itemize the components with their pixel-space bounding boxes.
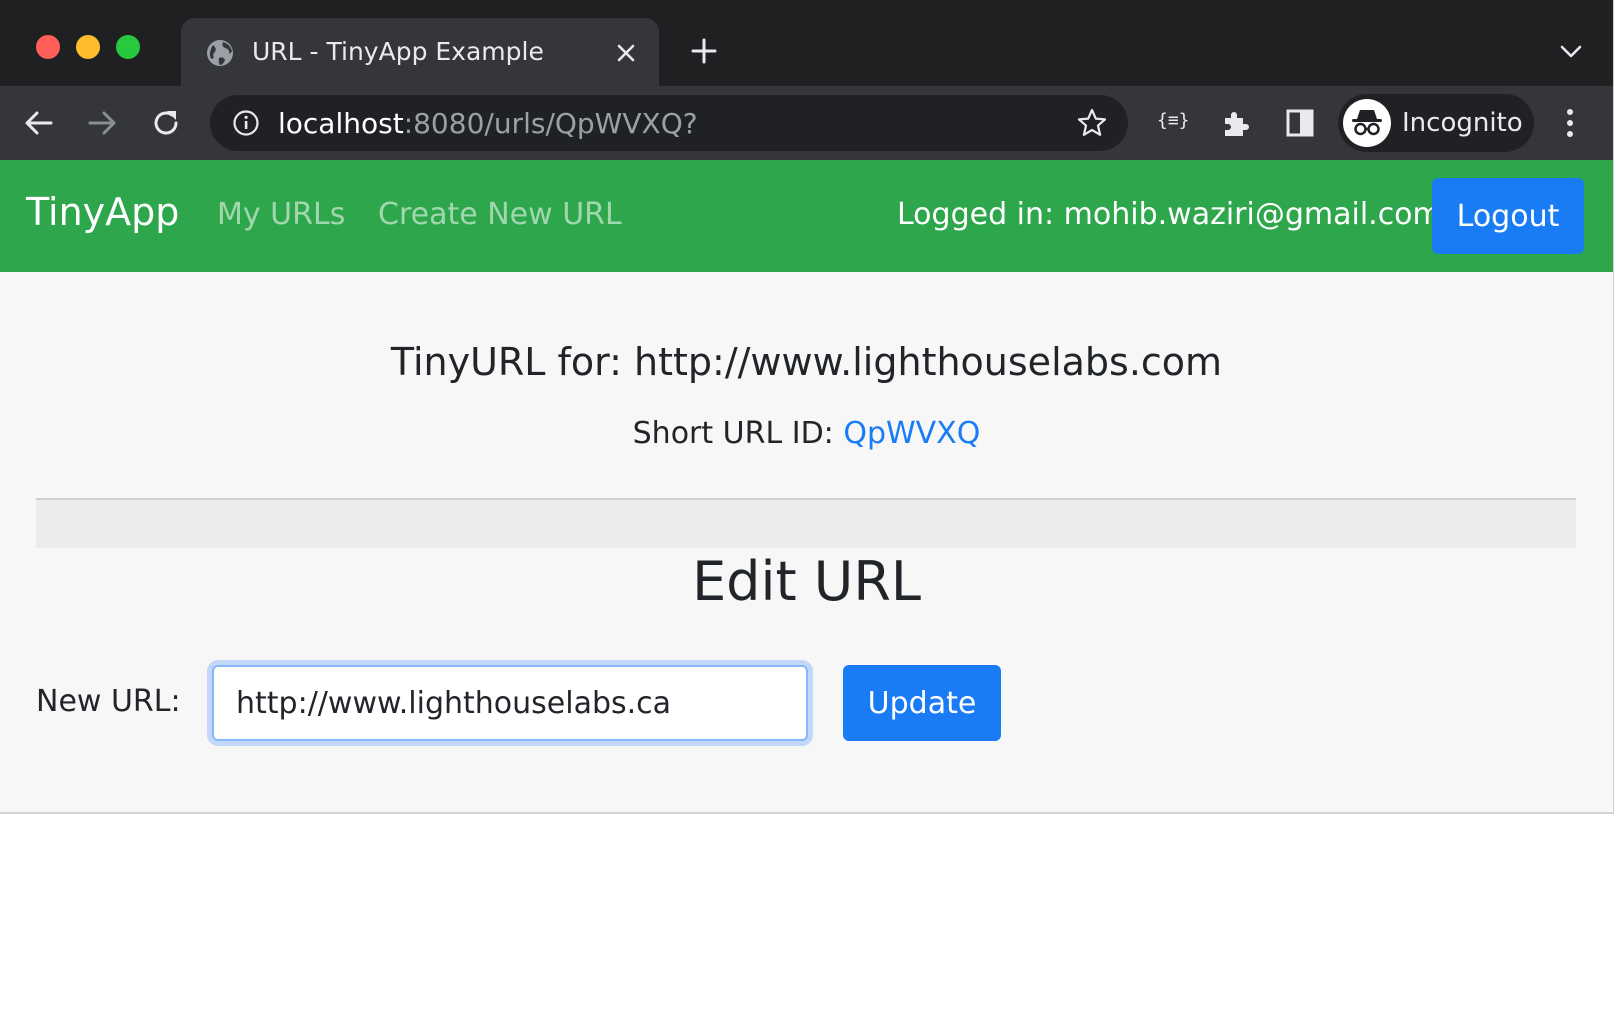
tab-strip: URL - TinyApp Example: [0, 0, 1613, 88]
close-tab-icon[interactable]: [613, 40, 639, 66]
short-url-id-label: Short URL ID:: [632, 416, 844, 451]
more-menu-icon[interactable]: [1560, 105, 1580, 141]
browser-toolbar: localhost:8080/urls/QpWVXQ? {≡} Incognit…: [0, 86, 1613, 160]
json-extension-icon[interactable]: {≡}: [1157, 110, 1190, 131]
side-panel-icon[interactable]: [1283, 106, 1317, 140]
page-title: TinyURL for: http://www.lighthouselabs.c…: [390, 340, 1223, 384]
tab-title: URL - TinyApp Example: [252, 37, 544, 66]
nav-link-create-new-url[interactable]: Create New URL: [378, 197, 622, 232]
new-tab-icon[interactable]: [690, 37, 718, 65]
minimize-window-button[interactable]: [76, 35, 100, 59]
url-host: localhost: [278, 107, 404, 140]
bookmark-star-icon[interactable]: [1076, 107, 1108, 139]
short-url-id-link[interactable]: QpWVXQ: [843, 416, 980, 451]
logout-button[interactable]: Logout: [1432, 178, 1584, 254]
extensions-puzzle-icon[interactable]: [1219, 106, 1253, 140]
close-window-button[interactable]: [36, 35, 60, 59]
browser-window: URL - TinyApp Example localhost:8080/url…: [0, 0, 1614, 814]
incognito-profile-button[interactable]: Incognito: [1338, 94, 1534, 152]
brand-link[interactable]: TinyApp: [26, 190, 179, 234]
app-navbar: TinyApp My URLs Create New URL Logged in…: [0, 160, 1613, 272]
incognito-icon: [1343, 99, 1391, 147]
short-url-id-line: Short URL ID: QpWVXQ: [0, 416, 1613, 451]
info-icon[interactable]: [232, 109, 260, 137]
maximize-window-button[interactable]: [116, 35, 140, 59]
reload-icon[interactable]: [149, 106, 183, 140]
profile-label: Incognito: [1402, 108, 1523, 138]
new-url-label: New URL:: [36, 684, 181, 719]
back-arrow-icon[interactable]: [22, 106, 56, 140]
forward-arrow-icon[interactable]: [85, 106, 119, 140]
new-url-input[interactable]: [212, 665, 808, 741]
edit-url-heading: Edit URL: [692, 550, 921, 613]
logged-in-status: Logged in: mohib.waziri@gmail.com: [897, 197, 1442, 232]
nav-link-my-urls[interactable]: My URLs: [217, 197, 345, 232]
card-header: [36, 500, 1576, 548]
chevron-down-icon[interactable]: [1558, 42, 1584, 62]
url-path: :8080/urls/QpWVXQ?: [403, 107, 698, 140]
page-content: TinyURL for: http://www.lighthouselabs.c…: [0, 272, 1613, 812]
active-tab[interactable]: URL - TinyApp Example: [181, 18, 659, 88]
update-button[interactable]: Update: [843, 665, 1001, 741]
address-bar[interactable]: localhost:8080/urls/QpWVXQ?: [210, 95, 1128, 151]
globe-icon: [207, 40, 233, 66]
url-text: localhost:8080/urls/QpWVXQ?: [278, 107, 698, 140]
